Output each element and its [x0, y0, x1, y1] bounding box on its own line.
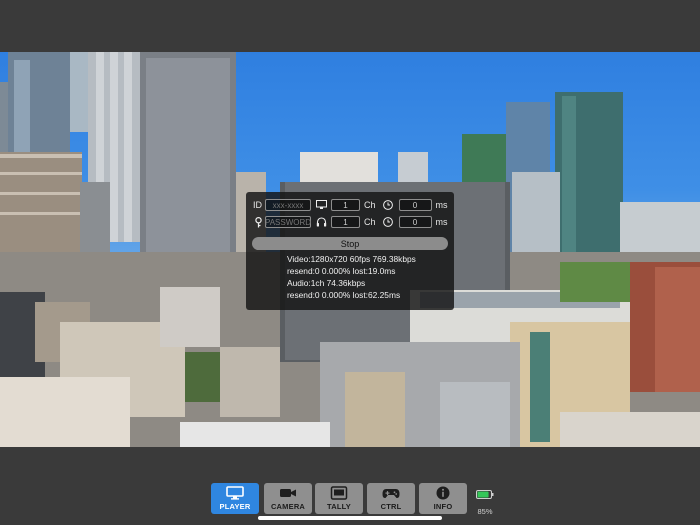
key-icon: [253, 216, 264, 228]
tally-icon: [330, 486, 348, 500]
tab-label: INFO: [433, 502, 453, 511]
tab-label: PLAYER: [219, 502, 251, 511]
audio-channel-unit: Ch: [364, 217, 376, 227]
video-channel-unit: Ch: [364, 200, 376, 210]
audio-delay-field[interactable]: 0: [398, 216, 432, 228]
password-field[interactable]: PASSWORD: [265, 216, 311, 228]
monitor-icon: [226, 486, 244, 500]
battery-percent: 85%: [477, 507, 493, 516]
tab-label: CAMERA: [270, 502, 306, 511]
id-label: ID: [253, 200, 262, 210]
id-field[interactable]: xxx-xxxx: [265, 199, 311, 211]
tab-camera[interactable]: CAMERA: [264, 483, 312, 514]
monitor-icon: [316, 200, 327, 211]
tab-info[interactable]: INFO: [419, 483, 467, 514]
row-id-video: ID xxx-xxxx 1 Ch 0 ms: [246, 197, 448, 213]
tab-tally[interactable]: TALLY: [315, 483, 363, 514]
gamepad-icon: [382, 486, 400, 500]
clock-icon: [383, 200, 394, 211]
audio-delay-unit: ms: [435, 217, 448, 227]
audio-channel-field[interactable]: 1: [331, 216, 360, 228]
clock-icon: [383, 217, 394, 228]
video-stats-text: Video:1280x720 60fps 769.38kbps: [287, 254, 416, 264]
audio-resend-text: resend:0 0.000% lost:62.25ms: [287, 290, 401, 300]
info-icon: [436, 486, 450, 500]
tab-label: CTRL: [380, 502, 402, 511]
tab-ctrl[interactable]: CTRL: [367, 483, 415, 514]
stream-control-panel: ID xxx-xxxx 1 Ch 0 ms PASSWORD 1 Ch 0 ms…: [246, 192, 454, 310]
home-indicator[interactable]: [258, 516, 442, 520]
tab-player[interactable]: PLAYER: [211, 483, 259, 514]
camera-icon: [279, 486, 297, 500]
video-delay-unit: ms: [435, 200, 448, 210]
battery-indicator: 85%: [470, 486, 500, 516]
top-bar: [0, 0, 700, 52]
video-delay-field[interactable]: 0: [398, 199, 432, 211]
stop-button[interactable]: Stop: [252, 237, 448, 250]
headphones-icon: [316, 217, 327, 228]
video-channel-field[interactable]: 1: [331, 199, 360, 211]
tab-label: TALLY: [327, 502, 351, 511]
video-resend-text: resend:0 0.000% lost:19.0ms: [287, 266, 396, 276]
battery-icon: [476, 486, 494, 503]
audio-stats-text: Audio:1ch 74.36kbps: [287, 278, 366, 288]
row-password-audio: PASSWORD 1 Ch 0 ms: [246, 214, 448, 230]
